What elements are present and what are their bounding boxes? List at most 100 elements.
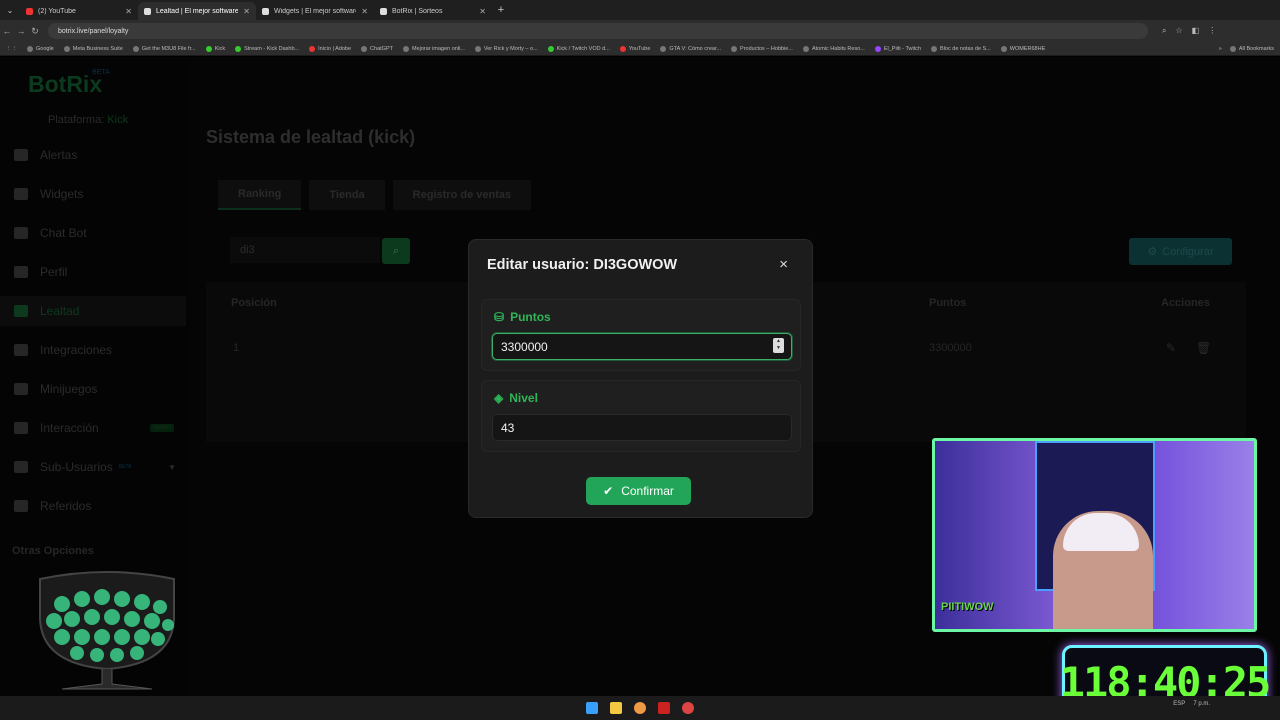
- browser-tab[interactable]: BotRix | Sorteos ✕: [374, 2, 492, 20]
- windows-start-icon[interactable]: [586, 702, 598, 714]
- extensions-icon[interactable]: ◧: [1192, 26, 1200, 36]
- loyalty-icon: [14, 305, 28, 317]
- bookmark-item[interactable]: Kick / Twitch VOD d...: [547, 45, 610, 52]
- browser-tab-bar: ⌄ (2) YouTube ✕ Lealtad | El mejor softw…: [0, 0, 1280, 20]
- bookmark-item[interactable]: Google: [27, 45, 54, 52]
- botrix-logo[interactable]: BotRix: [28, 71, 102, 98]
- new-badge: NUEVO: [150, 424, 174, 432]
- beta-tag: BETA: [92, 69, 110, 76]
- referrals-icon: [14, 500, 28, 512]
- menu-icon[interactable]: ⋮: [1208, 26, 1216, 36]
- confirm-button[interactable]: ✔ Confirmar: [586, 477, 691, 505]
- reload-icon[interactable]: ↻: [28, 26, 42, 37]
- sidebar-item-sub-usuarios[interactable]: Sub-Usuarios BETA ▼: [0, 452, 186, 482]
- language-indicator[interactable]: ESP: [1173, 701, 1185, 707]
- music-icon: [14, 422, 28, 434]
- forward-icon[interactable]: →: [14, 26, 28, 36]
- tab-registro-ventas[interactable]: Registro de ventas: [392, 180, 532, 210]
- sidebar-item-chat-bot[interactable]: Chat Bot: [0, 218, 186, 248]
- chrome-icon[interactable]: [634, 702, 646, 714]
- youtube-icon: [26, 7, 33, 15]
- platform-indicator: Plataforma: Kick: [48, 114, 129, 126]
- close-icon[interactable]: ×: [779, 256, 788, 273]
- beta-badge: BETA: [118, 464, 132, 470]
- level-input[interactable]: 43: [492, 414, 792, 441]
- search-button[interactable]: ⌕: [382, 238, 410, 264]
- integrations-icon: [14, 344, 28, 356]
- bookmark-star-icon[interactable]: ☆: [1175, 26, 1182, 36]
- loyalty-tabs: Ranking Tienda Registro de ventas: [218, 180, 532, 210]
- glass-overlay: [39, 571, 175, 690]
- column-header-actions: Acciones: [1161, 297, 1210, 309]
- modal-title: Editar usuario: DI3GOWOW: [487, 257, 678, 273]
- bookmark-item[interactable]: Ver Rick y Morty – o...: [474, 45, 538, 52]
- bookmark-item[interactable]: Bloc de notas de S...: [931, 45, 991, 52]
- tab-title: (2) YouTube: [38, 7, 76, 15]
- sidebar-item-alertas[interactable]: Alertas: [0, 140, 186, 170]
- profile-icon: [14, 266, 28, 278]
- close-tab-icon[interactable]: ✕: [125, 7, 132, 16]
- edit-icon[interactable]: ✎: [1166, 341, 1176, 355]
- sidebar-item-widgets[interactable]: Widgets: [0, 179, 186, 209]
- row-position: 1: [233, 342, 240, 354]
- sidebar-item-referidos[interactable]: Referidos: [0, 491, 186, 521]
- close-tab-icon[interactable]: ✕: [479, 7, 486, 16]
- zoom-icon[interactable]: ⌕: [1162, 26, 1166, 36]
- column-header-points: Puntos: [929, 297, 967, 309]
- bookmark-item[interactable]: WOMER68HE: [1000, 45, 1045, 52]
- url-input[interactable]: botrix.live/panel/loyalty: [48, 23, 1148, 39]
- webcam-overlay: PIITIWOW: [932, 438, 1257, 632]
- file-explorer-icon[interactable]: [610, 702, 622, 714]
- chevron-right-icon[interactable]: »: [1219, 46, 1222, 52]
- system-tray: ESP 7 p.m.: [1173, 701, 1210, 707]
- bookmark-item[interactable]: YouTube: [619, 45, 650, 52]
- number-stepper[interactable]: ▲ ▼: [773, 338, 784, 353]
- apps-icon[interactable]: ⋮⋮: [6, 46, 17, 52]
- sidebar-item-lealtad[interactable]: Lealtad: [0, 296, 186, 326]
- sidebar-item-interaccion[interactable]: Interacción NUEVO: [0, 413, 186, 443]
- points-field-card: ⛁ Puntos 3300000 ▲ ▼: [481, 299, 801, 371]
- close-tab-icon[interactable]: ✕: [243, 7, 250, 16]
- points-input[interactable]: 3300000: [492, 333, 792, 360]
- layers-icon: ◈: [494, 391, 504, 405]
- browser-tab-active[interactable]: Lealtad | El mejor software pa ✕: [138, 2, 256, 20]
- configure-button[interactable]: ⚙ Configurar: [1129, 238, 1232, 265]
- bookmark-item[interactable]: Get the M3U8 File fr...: [132, 45, 196, 52]
- bookmark-item[interactable]: Stream - Kick Dashb...: [235, 45, 299, 52]
- back-icon[interactable]: ←: [0, 26, 14, 36]
- new-tab-button[interactable]: +: [492, 4, 510, 16]
- adobe-icon[interactable]: [658, 702, 670, 714]
- browser-tab[interactable]: (2) YouTube ✕: [20, 2, 138, 20]
- tab-tienda[interactable]: Tienda: [309, 180, 385, 210]
- clock[interactable]: 7 p.m.: [1193, 701, 1210, 707]
- tab-ranking[interactable]: Ranking: [218, 180, 302, 210]
- tab-search-icon[interactable]: ⌄: [0, 6, 20, 15]
- sidebar-item-minijuegos[interactable]: Minijuegos: [0, 374, 186, 404]
- sidebar-item-integraciones[interactable]: Integraciones: [0, 335, 186, 365]
- bookmark-item[interactable]: Mejorar imagen onli...: [402, 45, 465, 52]
- points-label: ⛁ Puntos: [494, 310, 551, 324]
- tab-title: BotRix | Sorteos: [392, 7, 443, 15]
- sidebar-item-perfil[interactable]: Perfil: [0, 257, 186, 287]
- trash-icon[interactable]: 🗑: [1196, 341, 1211, 355]
- close-tab-icon[interactable]: ✕: [361, 7, 368, 16]
- bookmark-item[interactable]: Meta Business Suite: [63, 45, 123, 52]
- bookmark-item[interactable]: GTA V: Cómo crear...: [660, 45, 721, 52]
- level-field-card: ◈ Nivel 43: [481, 380, 801, 452]
- sidebar-section-title: Otras Opciones: [12, 545, 94, 557]
- bookmark-item[interactable]: Atomic Habits Reso...: [802, 45, 865, 52]
- app-icon[interactable]: [682, 702, 694, 714]
- chat-icon: [14, 227, 28, 239]
- page-title: Sistema de lealtad (kick): [206, 127, 416, 147]
- row-points: 3300000: [929, 342, 972, 354]
- bookmark-item[interactable]: ChatGPT: [361, 45, 393, 52]
- bookmark-item[interactable]: Productos – Hobbie...: [731, 45, 793, 52]
- browser-tab[interactable]: Widgets | El mejor software pa ✕: [256, 2, 374, 20]
- user-search-input[interactable]: di3: [230, 237, 380, 263]
- bookmark-item[interactable]: Inicio | Adobe: [309, 45, 351, 52]
- bookmark-item[interactable]: El_Piiti - Twitch: [874, 45, 921, 52]
- botrix-icon: [380, 7, 387, 15]
- all-bookmarks[interactable]: All Bookmarks: [1229, 45, 1274, 52]
- coins-icon: ⛁: [494, 310, 505, 324]
- bookmark-item[interactable]: Kick: [205, 45, 225, 52]
